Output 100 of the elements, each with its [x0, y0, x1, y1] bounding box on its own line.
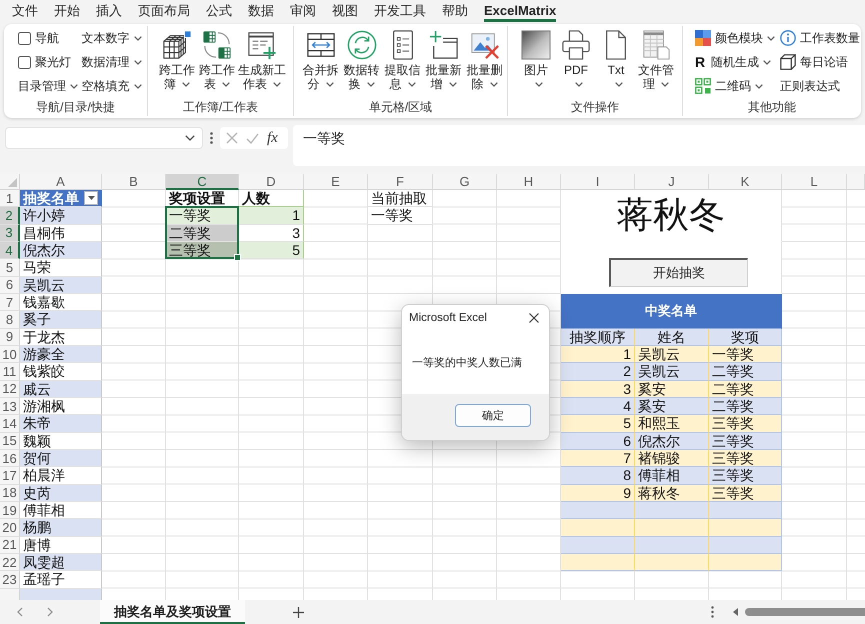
table-cell: 许小婷: [20, 207, 102, 225]
column-header[interactable]: E: [304, 174, 368, 190]
checkbox-option[interactable]: 导航: [18, 26, 59, 50]
row-header[interactable]: 17: [0, 467, 20, 485]
row-header[interactable]: 11: [0, 363, 20, 381]
menu-tab[interactable]: 开发工具: [374, 0, 426, 22]
ribbon-button[interactable]: 二维码: [695, 74, 763, 98]
ribbon-button[interactable]: 每日论语: [780, 50, 848, 74]
ribbon-button[interactable]: 批量删除: [464, 26, 505, 98]
ribbon-button[interactable]: 批量新增: [423, 26, 464, 98]
column-header[interactable]: H: [497, 174, 561, 190]
group-label: 工作簿/工作表: [182, 99, 260, 116]
menu-tab[interactable]: 帮助: [442, 0, 468, 22]
ribbon-button[interactable]: 数据转换: [341, 26, 382, 98]
menu-tab[interactable]: 公式: [206, 0, 232, 22]
row-header[interactable]: 10: [0, 346, 20, 364]
scrollbar-thumb[interactable]: [745, 608, 865, 616]
row-header[interactable]: 7: [0, 294, 20, 312]
triangle-left-icon[interactable]: [733, 608, 738, 616]
fill-handle[interactable]: [234, 254, 241, 262]
column-header[interactable]: J: [635, 174, 709, 190]
ribbon-button[interactable]: PDF: [556, 26, 596, 98]
column-header[interactable]: G: [433, 174, 497, 190]
filter-button[interactable]: [84, 191, 98, 206]
row-header[interactable]: 4: [0, 242, 20, 260]
ribbon-button[interactable]: 文本数字: [82, 26, 142, 50]
table-cell: 5: [239, 242, 304, 260]
row-header[interactable]: 9: [0, 328, 20, 346]
sheet-tab[interactable]: 抽奖名单及奖项设置: [100, 600, 245, 624]
table-cell: 一等奖: [709, 346, 782, 364]
menu-tab[interactable]: 审阅: [290, 0, 316, 22]
ribbon-button[interactable]: 空格填充: [82, 74, 142, 98]
row-header[interactable]: 14: [0, 415, 20, 433]
column-header[interactable]: F: [368, 174, 433, 190]
ribbon-button[interactable]: 跨工作表: [197, 26, 237, 98]
vertical-dots-icon[interactable]: [711, 606, 714, 618]
column-header[interactable]: I: [561, 174, 635, 190]
row-header[interactable]: 22: [0, 554, 20, 572]
column-header[interactable]: B: [102, 174, 166, 190]
plus-icon[interactable]: [293, 606, 304, 618]
menu-tab[interactable]: 插入: [96, 0, 122, 22]
ribbon-button[interactable]: 颜色模块: [695, 26, 775, 50]
vertical-dots-icon[interactable]: [210, 132, 213, 144]
row-header[interactable]: 8: [0, 311, 20, 329]
row-header[interactable]: 16: [0, 450, 20, 468]
column-header[interactable]: L: [782, 174, 847, 190]
chevron-left-icon[interactable]: [17, 607, 23, 617]
menu-tab[interactable]: 文件: [12, 0, 38, 22]
select-all-button[interactable]: [0, 174, 20, 190]
ribbon-button[interactable]: 数据清理: [82, 50, 142, 74]
menu-tab[interactable]: 数据: [248, 0, 274, 22]
cancel-icon[interactable]: [226, 132, 238, 144]
table-cell: 钱紫皎: [20, 363, 102, 381]
ribbon-button[interactable]: 工作表数量: [780, 26, 860, 50]
ribbon-button[interactable]: 文件管理: [636, 26, 676, 98]
column-header[interactable]: A: [20, 174, 102, 190]
row-header[interactable]: 3: [0, 224, 20, 242]
row-header[interactable]: 5: [0, 259, 20, 277]
row-header[interactable]: 20: [0, 519, 20, 537]
row-header[interactable]: 15: [0, 432, 20, 450]
row-header[interactable]: 18: [0, 484, 20, 502]
insert-function-button[interactable]: fx: [267, 130, 278, 146]
row-header[interactable]: 23: [0, 571, 20, 589]
column-header[interactable]: K: [709, 174, 782, 190]
column-header[interactable]: C: [166, 174, 239, 190]
table-cell: 一等奖: [368, 207, 433, 225]
row-header[interactable]: 6: [0, 276, 20, 294]
table-cell: 蒋秋冬: [635, 484, 709, 502]
menu-tab[interactable]: 视图: [332, 0, 358, 22]
table-cell: 三等奖: [709, 432, 782, 450]
row-header[interactable]: 21: [0, 536, 20, 554]
ribbon-button[interactable]: Txt: [596, 26, 636, 98]
row-header[interactable]: 12: [0, 380, 20, 398]
table-cell: 傅菲相: [635, 467, 709, 485]
ribbon-button[interactable]: 图片: [516, 26, 556, 98]
table-cell: 9: [561, 484, 635, 502]
formula-field[interactable]: 一等奖: [293, 125, 865, 166]
ok-button[interactable]: 确定: [455, 404, 531, 427]
menu-tab[interactable]: 开始: [54, 0, 80, 22]
start-draw-button[interactable]: 开始抽奖: [609, 258, 748, 287]
triangle-icon: [8, 178, 17, 187]
row-header[interactable]: 1: [0, 190, 20, 208]
ribbon-button[interactable]: 提取信息: [382, 26, 423, 98]
table-cell: 戚云: [20, 380, 102, 398]
check-icon[interactable]: [246, 132, 259, 144]
row-header[interactable]: 13: [0, 398, 20, 416]
ribbon-button[interactable]: 生成新工作表: [237, 26, 287, 98]
menu-tab[interactable]: 页面布局: [138, 0, 190, 22]
row-header[interactable]: 19: [0, 502, 20, 520]
row-header[interactable]: 2: [0, 207, 20, 225]
checkbox-option[interactable]: 聚光灯: [18, 50, 71, 74]
ribbon-button[interactable]: 跨工作簿: [157, 26, 197, 98]
ribbon-button[interactable]: 合并拆分: [300, 26, 341, 98]
ribbon-button[interactable]: 目录管理: [18, 74, 78, 98]
column-header[interactable]: D: [239, 174, 304, 190]
ribbon-button[interactable]: R 随机生成: [695, 50, 772, 74]
close-button[interactable]: [529, 313, 539, 323]
table-cell: 三等奖: [709, 450, 782, 468]
chevron-right-icon[interactable]: [47, 607, 53, 617]
ribbon-button[interactable]: 正则表达式: [780, 74, 840, 98]
